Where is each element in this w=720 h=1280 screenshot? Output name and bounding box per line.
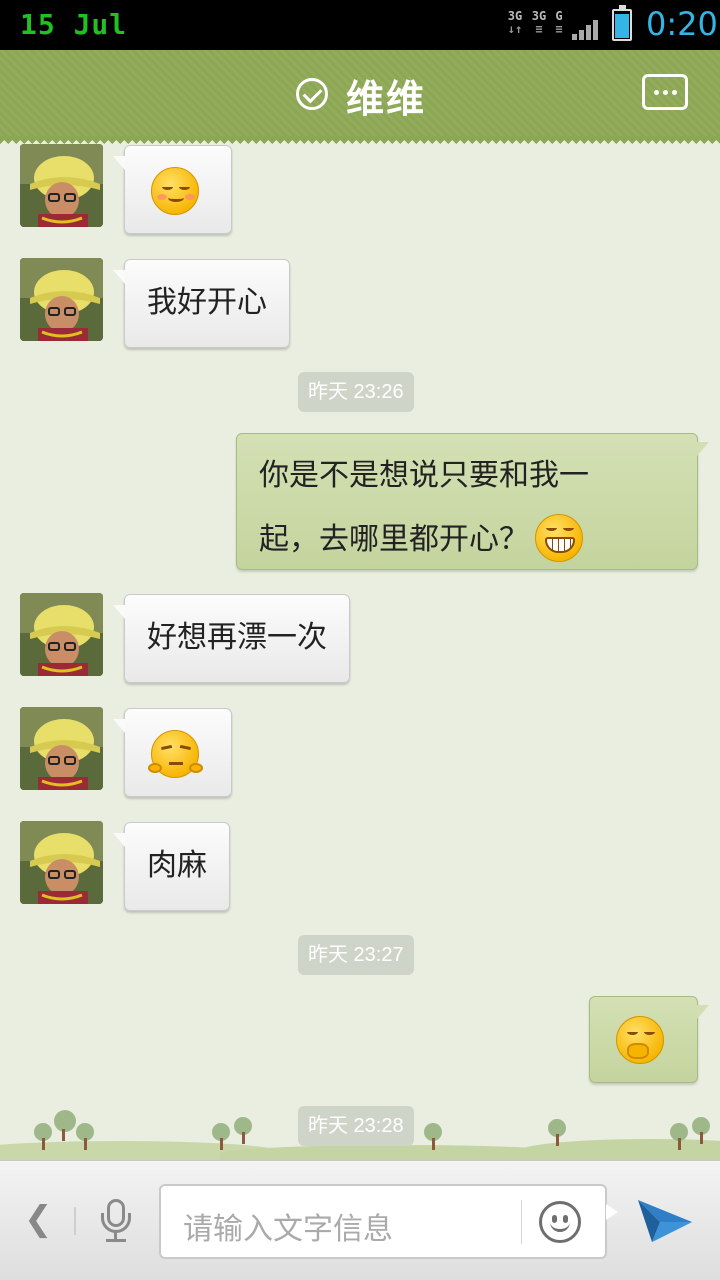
timestamp: 昨天 23:26 (298, 372, 414, 412)
grinning-teeth-emoji (535, 513, 583, 562)
chat-menu-icon[interactable] (642, 74, 688, 110)
message-text: 你是不是想说只要和我一 (259, 458, 589, 493)
message-bubble-incoming[interactable]: 好想再漂一次 (113, 594, 350, 683)
message-text: 起，去哪里都开心？ (259, 522, 529, 557)
network-3g-icon-2: 3G ≡ (531, 9, 547, 36)
divider (521, 1200, 522, 1244)
signal-bars-icon (572, 18, 600, 40)
message-text: 好想再漂一次 (147, 620, 327, 655)
message-bubble-incoming[interactable]: 我好开心 (113, 259, 290, 348)
divider (74, 1207, 76, 1235)
collapse-arrow-icon[interactable]: ❮ (24, 1199, 53, 1239)
message-bubble-incoming[interactable] (113, 708, 232, 797)
contact-avatar[interactable] (20, 144, 103, 227)
message-bubble-incoming[interactable] (113, 145, 232, 234)
battery-icon (612, 5, 632, 41)
message-input[interactable]: 请输入文字信息 (159, 1184, 618, 1259)
status-time: 0:20 (646, 5, 718, 43)
chat-header: 维维 (0, 50, 720, 144)
network-g-icon: G ≡ (555, 9, 563, 36)
contact-avatar[interactable] (20, 258, 103, 341)
message-bubble-outgoing[interactable]: 你是不是想说只要和我一 起，去哪里都开心？ (236, 433, 709, 570)
send-icon[interactable] (636, 1196, 694, 1248)
network-3g-icon: 3G ↓↑ (507, 9, 523, 36)
message-bubble-incoming[interactable]: 肉麻 (113, 822, 230, 911)
mic-icon[interactable] (98, 1199, 134, 1247)
smug-emoji (148, 730, 203, 778)
contact-avatar[interactable] (20, 821, 103, 904)
message-text: 我好开心 (147, 285, 267, 320)
message-text: 肉麻 (147, 848, 207, 883)
blushing-smile-emoji (151, 167, 199, 215)
giggle-covering-mouth-emoji (616, 1016, 664, 1064)
message-input-placeholder: 请输入文字信息 (183, 1212, 393, 1247)
timestamp: 昨天 23:28 (298, 1106, 414, 1146)
timestamp: 昨天 23:27 (298, 935, 414, 975)
verified-check-icon (296, 78, 328, 110)
smiley-icon[interactable] (539, 1201, 581, 1243)
message-bubble-outgoing[interactable] (589, 996, 709, 1083)
status-bar: 15 Jul 3G ↓↑ 3G ≡ G ≡ 0:20 (0, 0, 720, 50)
status-date: 15 Jul (20, 8, 128, 41)
message-input-bar: ❮ 请输入文字信息 (0, 1160, 720, 1280)
contact-avatar[interactable] (20, 707, 103, 790)
contact-avatar[interactable] (20, 593, 103, 676)
contact-name[interactable]: 维维 (346, 68, 426, 123)
